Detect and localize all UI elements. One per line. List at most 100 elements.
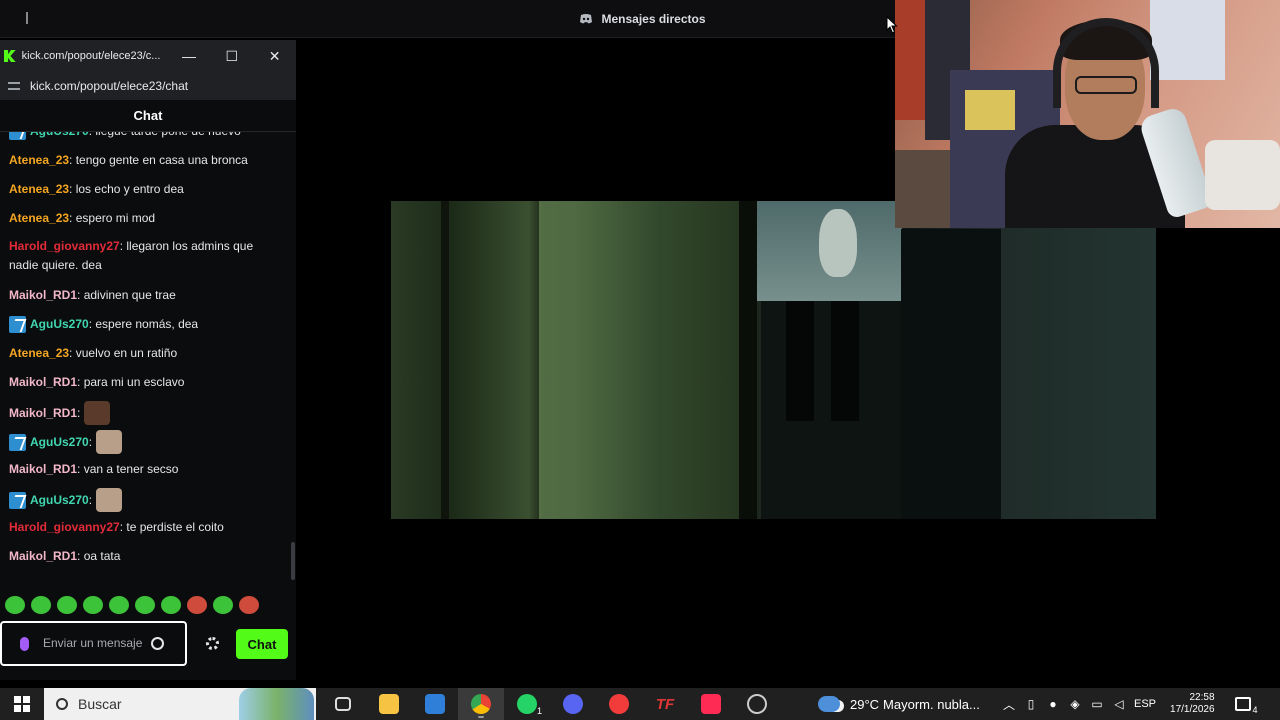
microphone-icon[interactable] bbox=[20, 636, 29, 651]
send-chat-button[interactable]: Chat bbox=[236, 629, 288, 659]
system-tray: ︿ ▯ ● ◈ ▭ ◁ ESP 22:58 17/1/2026 4 bbox=[1002, 688, 1258, 720]
chat-message-text: : bbox=[88, 493, 93, 507]
chat-username[interactable]: Atenea_23 bbox=[9, 208, 69, 228]
webcam-bg-clothes-red bbox=[895, 0, 925, 120]
chat-username[interactable]: AguUs270 bbox=[30, 432, 89, 452]
subscriber-badge-icon bbox=[9, 132, 26, 140]
chat-username[interactable]: AguUs270 bbox=[30, 314, 89, 334]
clock[interactable]: 22:58 17/1/2026 bbox=[1170, 692, 1215, 716]
chat-message: Atenea_23: espero mi mod bbox=[9, 208, 281, 228]
emote-icon[interactable] bbox=[109, 596, 129, 614]
chat-username[interactable]: Harold_giovanny27 bbox=[9, 239, 120, 253]
store-button[interactable] bbox=[412, 688, 458, 720]
emote-icon[interactable] bbox=[31, 596, 51, 614]
obs-button[interactable] bbox=[734, 688, 780, 720]
chat-message: Atenea_23: los echo y entro dea bbox=[9, 179, 281, 199]
popout-address-bar[interactable]: kick.com/popout/elece23/chat bbox=[0, 72, 296, 100]
media-player-button[interactable] bbox=[596, 688, 642, 720]
webcam-bg-flag bbox=[965, 90, 1015, 130]
chat-username[interactable]: Harold_giovanny27 bbox=[9, 517, 120, 537]
volume-icon[interactable]: ◁ bbox=[1112, 697, 1126, 711]
play-icon bbox=[609, 694, 629, 714]
quick-emote-bar bbox=[5, 596, 259, 616]
video-player[interactable] bbox=[391, 201, 1156, 519]
chat-username[interactable]: Atenea_23 bbox=[9, 150, 69, 170]
webcam-streamer-glasses bbox=[1075, 76, 1137, 94]
discord-button[interactable] bbox=[550, 688, 596, 720]
chat-message-text: : bbox=[77, 406, 81, 420]
emote-icon[interactable] bbox=[213, 596, 233, 614]
chrome-button[interactable] bbox=[458, 688, 504, 720]
notifications-badge: 4 bbox=[1252, 705, 1258, 715]
discord-title-bar: Mensajes directos bbox=[0, 0, 895, 38]
start-button[interactable] bbox=[0, 688, 44, 720]
network-icon[interactable]: ▭ bbox=[1090, 697, 1104, 711]
discord-app-icon bbox=[563, 694, 583, 714]
chat-message: Maikol_RD1: oa tata bbox=[9, 546, 281, 566]
file-explorer-button[interactable] bbox=[366, 688, 412, 720]
cat-emote-icon[interactable] bbox=[96, 430, 123, 454]
notification-center-icon[interactable] bbox=[1234, 697, 1251, 711]
tiktok-icon bbox=[701, 694, 721, 714]
emote-icon[interactable] bbox=[57, 596, 77, 614]
subscriber-badge-icon bbox=[9, 433, 26, 451]
site-settings-icon[interactable] bbox=[8, 81, 20, 91]
popout-url: kick.com/popout/elece23/chat bbox=[30, 79, 189, 93]
chat-message-input[interactable]: Enviar un mensaje bbox=[0, 621, 187, 666]
chat-message: Maikol_RD1: para mi un esclavo bbox=[9, 372, 281, 392]
minimize-button[interactable]: — bbox=[168, 40, 211, 72]
subscriber-badge-icon bbox=[9, 315, 26, 333]
chat-message: Harold_giovanny27: te perdiste el coito bbox=[9, 517, 281, 537]
emote-icon[interactable] bbox=[161, 596, 181, 614]
discord-dm-title[interactable]: Mensajes directos bbox=[579, 12, 706, 26]
cat-emote-icon[interactable] bbox=[96, 488, 123, 512]
video-scene-figure-right bbox=[831, 301, 859, 421]
chat-username[interactable]: Maikol_RD1 bbox=[9, 372, 77, 392]
emoji-picker-icon[interactable] bbox=[151, 637, 164, 650]
tf-logo-icon: TF bbox=[655, 695, 675, 713]
language-indicator[interactable]: ESP bbox=[1134, 698, 1156, 710]
chat-username[interactable]: Maikol_RD1 bbox=[9, 285, 77, 305]
microphone-tray-icon[interactable]: ● bbox=[1046, 697, 1060, 711]
video-scene-doorway bbox=[901, 229, 1001, 519]
whatsapp-badge: 1 bbox=[536, 706, 542, 716]
chat-username[interactable]: Maikol_RD1 bbox=[9, 459, 77, 479]
taskbar-search[interactable]: Buscar bbox=[44, 688, 316, 720]
chat-username[interactable]: Maikol_RD1 bbox=[9, 403, 77, 423]
chat-message-text: : para mi un esclavo bbox=[77, 375, 185, 389]
whatsapp-button[interactable]: 1 bbox=[504, 688, 550, 720]
nvidia-icon[interactable]: ◈ bbox=[1068, 697, 1082, 711]
emote-icon[interactable] bbox=[135, 596, 155, 614]
emote-icon[interactable] bbox=[83, 596, 103, 614]
chat-message: AguUs270: llegue tarde pone de nuevo bbox=[9, 132, 281, 141]
discord-edge-mark bbox=[26, 12, 28, 24]
chat-username[interactable]: AguUs270 bbox=[30, 490, 89, 510]
weather-widget[interactable]: 29°C Mayorm. nubla... bbox=[818, 688, 980, 720]
chat-scrollbar[interactable] bbox=[291, 542, 295, 580]
video-scene-screen bbox=[757, 201, 902, 301]
chat-username[interactable]: Maikol_RD1 bbox=[9, 546, 77, 566]
popout-title-bar[interactable]: kick.com/popout/elece23/c... — ☐ ✕ bbox=[0, 40, 296, 72]
chat-message-text: : bbox=[88, 435, 93, 449]
chat-username[interactable]: Atenea_23 bbox=[9, 179, 69, 199]
maximize-button[interactable]: ☐ bbox=[210, 40, 253, 72]
chat-message-list[interactable]: AguUs270: llegue tarde pone de nuevo Ate… bbox=[0, 132, 296, 582]
whatsapp-icon bbox=[517, 694, 537, 714]
chat-message: AguUs270: bbox=[9, 488, 281, 512]
chat-message: Maikol_RD1: adivinen que trae bbox=[9, 285, 281, 305]
chevron-up-icon[interactable]: ︿ bbox=[1002, 697, 1016, 712]
emote-icon[interactable] bbox=[187, 596, 207, 614]
partly-cloudy-icon bbox=[818, 696, 840, 712]
task-view-button[interactable] bbox=[320, 688, 366, 720]
emote-icon[interactable] bbox=[5, 596, 25, 614]
emote-icon[interactable] bbox=[84, 401, 111, 425]
chat-username[interactable]: AguUs270 bbox=[30, 132, 89, 141]
chat-message-text: : tengo gente en casa una bronca bbox=[69, 153, 248, 167]
chat-username[interactable]: Atenea_23 bbox=[9, 343, 69, 363]
battery-icon[interactable]: ▯ bbox=[1024, 697, 1038, 711]
emote-icon[interactable] bbox=[239, 596, 259, 614]
tiktok-button[interactable] bbox=[688, 688, 734, 720]
tf-app-button[interactable]: TF bbox=[642, 688, 688, 720]
close-button[interactable]: ✕ bbox=[253, 40, 296, 72]
gear-icon[interactable] bbox=[206, 637, 219, 650]
